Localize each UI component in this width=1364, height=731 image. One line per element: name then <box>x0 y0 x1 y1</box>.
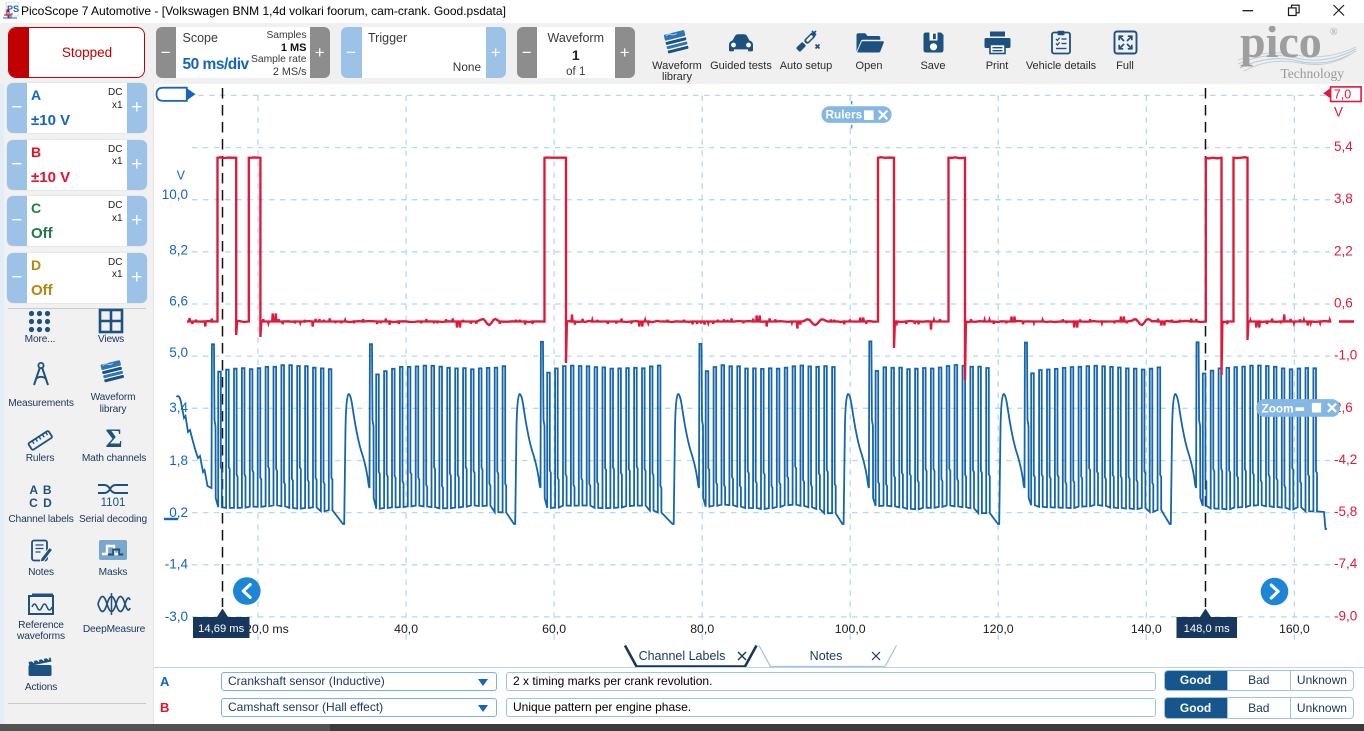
svg-text:-4,2: -4,2 <box>1334 452 1357 467</box>
svg-text:10,0: 10,0 <box>162 187 188 202</box>
svg-text:0,6: 0,6 <box>1334 296 1353 311</box>
svg-text:148,0 ms: 148,0 ms <box>1184 623 1230 635</box>
svg-text:3,8: 3,8 <box>1334 191 1353 206</box>
svg-text:Notes: Notes <box>810 649 843 663</box>
svg-text:Technology: Technology <box>1280 66 1344 81</box>
svg-text:120,0: 120,0 <box>983 622 1014 636</box>
svg-text:Σ: Σ <box>106 425 123 451</box>
svg-text:-3,0: -3,0 <box>165 609 188 624</box>
svg-text:14,69 ms: 14,69 ms <box>198 623 244 635</box>
svg-text:Channel Labels: Channel Labels <box>639 649 726 663</box>
svg-text:80,0: 80,0 <box>690 622 714 636</box>
svg-text:7,0: 7,0 <box>1334 88 1351 102</box>
svg-text:40,0: 40,0 <box>394 622 418 636</box>
svg-text:5,4: 5,4 <box>1334 139 1353 154</box>
svg-text:-7,4: -7,4 <box>1334 556 1358 571</box>
svg-text:V: V <box>177 169 186 183</box>
svg-text:100,0: 100,0 <box>835 622 866 636</box>
svg-text:20,0 ms: 20,0 ms <box>245 622 289 636</box>
svg-text:140,0: 140,0 <box>1131 622 1162 636</box>
svg-text:-5,8: -5,8 <box>1334 504 1357 519</box>
svg-text:5,0: 5,0 <box>169 345 188 360</box>
svg-text:1101: 1101 <box>101 497 126 508</box>
svg-text:A B: A B <box>29 483 52 497</box>
svg-text:8,2: 8,2 <box>169 242 188 257</box>
svg-text:Rulers: Rulers <box>826 108 863 122</box>
svg-text:160,0: 160,0 <box>1279 622 1310 636</box>
svg-text:-1,4: -1,4 <box>165 556 189 571</box>
svg-text:1,8: 1,8 <box>169 453 188 468</box>
svg-text:2,2: 2,2 <box>1334 243 1353 258</box>
svg-text:®: ® <box>1330 27 1338 38</box>
svg-text:0,2: 0,2 <box>169 505 188 520</box>
svg-text:6,6: 6,6 <box>169 293 188 308</box>
svg-text:V: V <box>1334 105 1343 120</box>
svg-text:-1,0: -1,0 <box>1334 348 1357 363</box>
svg-text:60,0: 60,0 <box>542 622 566 636</box>
svg-text:3,4: 3,4 <box>169 400 188 415</box>
svg-text:C D: C D <box>29 496 53 509</box>
svg-text:pico: pico <box>1240 26 1322 67</box>
svg-text:Zoom: Zoom <box>1262 401 1294 415</box>
svg-text:-9,0: -9,0 <box>1334 608 1357 623</box>
